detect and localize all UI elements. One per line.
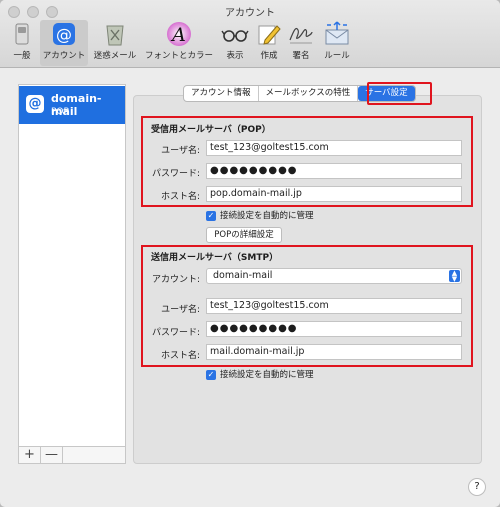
highlight-box [367,82,432,105]
rules-envelope-icon [323,20,351,48]
toolbar-general[interactable]: 一般 [6,20,38,66]
outgoing-password-field[interactable]: ●●●●●●●●● [206,321,462,337]
incoming-username-label: ユーザ名: [161,146,200,156]
tab-mailbox-behaviors[interactable]: メールボックスの特性 [259,86,359,101]
help-button[interactable]: ? [468,478,486,496]
svg-text:@: @ [56,25,72,44]
outgoing-password-label: パスワード: [151,328,200,338]
at-icon: @ [50,20,78,48]
outgoing-host-label: ホスト名: [160,351,200,361]
outgoing-username-label: ユーザ名: [161,305,200,315]
account-list-item[interactable]: @ domain-mail POP [19,86,125,124]
incoming-password-label: パスワード: [151,169,200,179]
glasses-icon [221,20,249,48]
outgoing-host-field[interactable]: mail.domain-mail.jp [206,344,462,360]
add-account-button[interactable]: + [19,447,41,463]
toolbar-view[interactable]: 表示 [218,20,252,66]
toolbar-compose[interactable]: 作成 [254,20,284,66]
switch-icon [8,20,36,48]
toolbar-rules[interactable]: ルール [318,20,356,66]
account-list-controls: + — [18,447,126,464]
chevron-updown-icon: ▲ ▼ [449,270,460,283]
incoming-username-field[interactable]: test_123@goltest15.com [206,140,462,156]
signature-icon [287,20,315,48]
preferences-window: アカウント 一般 @ アカウント 迷惑メール A フォントとカラー 表示 作成 … [0,0,500,507]
remove-account-button[interactable]: — [41,447,63,463]
trash-junk-icon [101,20,129,48]
outgoing-account-select[interactable]: domain-mail ▲ ▼ [206,268,462,284]
incoming-host-label: ホスト名: [160,192,200,202]
pop-advanced-button[interactable]: POPの詳細設定 [206,227,282,243]
checkmark-icon: ✓ [206,369,216,380]
font-color-icon: A [165,20,193,48]
account-list: @ domain-mail POP [18,84,126,447]
toolbar-signatures[interactable]: 署名 [286,20,316,66]
incoming-password-field[interactable]: ●●●●●●●●● [206,163,462,179]
toolbar-accounts[interactable]: @ アカウント [40,20,88,66]
incoming-auto-manage-checkbox[interactable]: ✓ 接続設定を自動的に管理 [206,209,314,221]
tab-account-info[interactable]: アカウント情報 [184,86,259,101]
outgoing-account-label: アカウント: [151,275,200,285]
outgoing-username-field[interactable]: test_123@goltest15.com [206,298,462,314]
at-icon: @ [26,95,44,113]
pencil-icon [255,20,283,48]
incoming-section-title: 受信用メールサーバ（POP） [151,125,271,135]
svg-text:A: A [170,24,186,46]
title-bar: アカウント 一般 @ アカウント 迷惑メール A フォントとカラー 表示 作成 … [0,0,500,68]
toolbar-fonts-colors[interactable]: A フォントとカラー [142,20,216,66]
outgoing-section-title: 送信用メールサーバ（SMTP） [151,253,279,263]
toolbar-junk-mail[interactable]: 迷惑メール [92,20,138,66]
outgoing-auto-manage-checkbox[interactable]: ✓ 接続設定を自動的に管理 [206,368,314,380]
account-type: POP [51,107,69,117]
window-title: アカウント [225,8,275,19]
checkmark-icon: ✓ [206,210,216,221]
incoming-host-field[interactable]: pop.domain-mail.jp [206,186,462,202]
